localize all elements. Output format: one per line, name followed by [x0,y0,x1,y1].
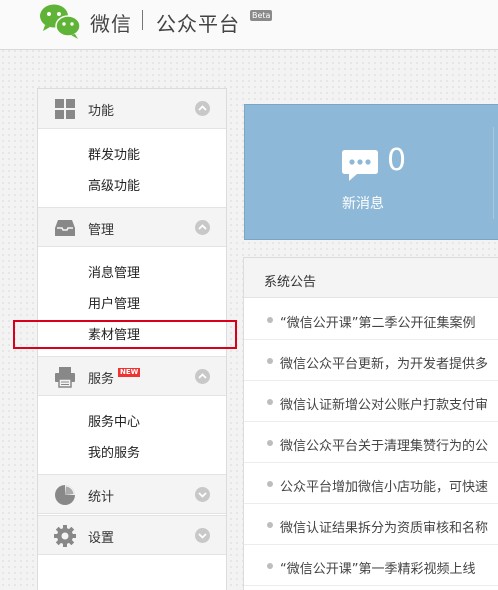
notice-title: 系统公告 [264,275,317,290]
notice-item[interactable]: 微信认证新增公对公账户打款支付审 [244,381,498,422]
chevron-up-icon[interactable] [195,369,210,384]
notice-item-text[interactable]: 公众平台增加微信小店功能，可快速 [280,476,488,495]
highlight-box [13,320,237,349]
sidebar-section-manage[interactable]: 管理 [38,207,226,247]
notice-item[interactable]: 微信认证结果拆分为资质审核和名称 [244,504,498,545]
bullet-icon [267,522,273,528]
bullet-icon [267,563,273,569]
sidebar-section-settings[interactable]: 设置 [38,515,226,555]
notice-item-text[interactable]: 微信认证新增公对公账户打款支付审 [280,394,488,413]
brand-separator [142,10,143,30]
notice-item[interactable]: 公众平台增加微信小店功能，可快速 [244,463,498,504]
brand-name: 微信 [90,12,132,36]
sidebar-section-label: 功能 [88,104,115,119]
new-messages-count: 0 [387,143,407,178]
divider [493,127,494,219]
brand-subtitle: 公众平台 [156,12,240,36]
sidebar-item-users[interactable]: 用户管理 [88,293,140,312]
notice-item-text[interactable]: “微信公开课”第二季公开征集案例 [280,312,475,331]
chevron-up-icon[interactable] [195,101,210,116]
notice-item-text[interactable]: 微信公众平台关于清理集赞行为的公 [280,435,488,454]
sidebar-item-advanced[interactable]: 高级功能 [88,175,140,194]
notice-item[interactable]: 微信公众平台关于清理集赞行为的公 [244,422,498,463]
new-messages-label: 新消息 [342,196,384,212]
chevron-down-icon[interactable] [195,487,210,502]
grid-icon [55,99,75,119]
notice-header: 系统公告 [244,258,498,298]
beta-badge: Beta [250,10,273,21]
wechat-logo-icon[interactable] [38,2,82,40]
bullet-icon [267,440,273,446]
sidebar-item-messages[interactable]: 消息管理 [88,262,140,281]
notice-item-text[interactable]: “微信公开课”第一季精彩视频上线 [280,558,475,577]
top-header: 微信 公众平台 Beta [0,0,498,50]
system-notice-panel: 系统公告 “微信公开课”第二季公开征集案例 微信公众平台更新，为开发者提供多 微… [243,257,498,590]
sidebar-item-my-services[interactable]: 我的服务 [88,442,140,461]
notice-item[interactable]: 微信公众平台更新，为开发者提供多 [244,340,498,381]
sidebar-section-function[interactable]: 功能 [38,89,226,129]
sidebar-section-label: 设置 [88,531,115,546]
chat-bubble-icon [342,150,378,181]
new-badge: NEW [118,368,141,377]
gear-icon [54,525,76,547]
sidebar-item-service-center[interactable]: 服务中心 [88,411,140,430]
inbox-icon [55,220,75,236]
chevron-up-icon[interactable] [195,220,210,235]
sidebar-section-service[interactable]: 服务 NEW [38,356,226,396]
notice-item-text[interactable]: 微信认证结果拆分为资质审核和名称 [280,517,488,536]
bullet-icon [267,358,273,364]
notice-item[interactable]: “微信公开课”第二季公开征集案例 [244,299,498,340]
sidebar-section-stats[interactable]: 统计 [38,474,226,514]
notice-item-text[interactable]: 微信公众平台更新，为开发者提供多 [280,353,488,372]
sidebar-section-label: 服务 [88,372,115,387]
chevron-down-icon[interactable] [195,528,210,543]
sidebar-section-label: 管理 [88,223,115,238]
sidebar-section-label: 统计 [88,490,115,505]
new-messages-card[interactable]: 0 新消息 [244,104,498,240]
pie-chart-icon [55,485,75,505]
printer-icon [55,367,75,388]
bullet-icon [267,399,273,405]
bullet-icon [267,317,273,323]
bullet-icon [267,481,273,487]
sidebar-item-mass-send[interactable]: 群发功能 [88,144,140,163]
notice-item[interactable]: “微信公开课”第一季精彩视频上线 [244,545,498,586]
